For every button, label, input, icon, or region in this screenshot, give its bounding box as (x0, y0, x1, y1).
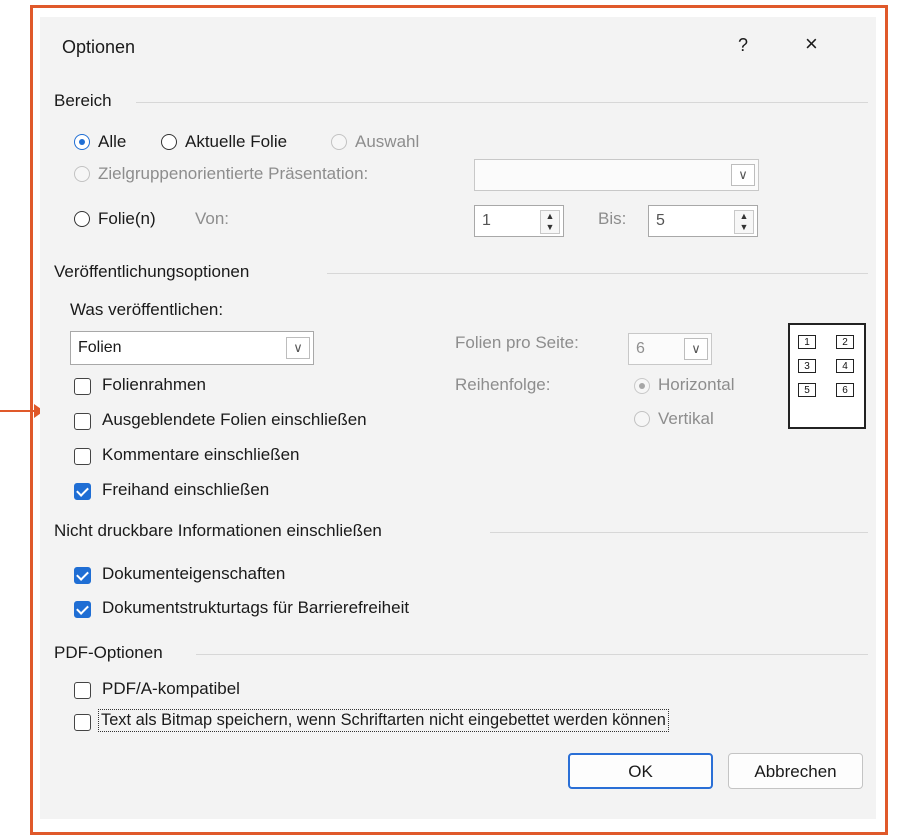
custom-show-dropdown[interactable]: ∨ (474, 159, 759, 191)
checkbox-bitmap[interactable] (74, 714, 91, 731)
what-publish-dropdown[interactable]: Folien ∨ (70, 331, 314, 365)
checkbox-comments[interactable] (74, 448, 91, 465)
from-spinner[interactable]: 1 ▲ ▼ (474, 205, 564, 237)
checkbox-hidden-slides-label: Ausgeblendete Folien einschließen (102, 410, 367, 429)
order-label: Reihenfolge: (455, 375, 551, 394)
checkbox-structure-tags-label: Dokumentstrukturtags für Barrierefreihei… (102, 598, 410, 617)
annotation-arrow (0, 410, 36, 412)
pdf-section-title: PDF-Optionen (54, 643, 163, 662)
to-spin-buttons[interactable]: ▲ ▼ (734, 210, 754, 234)
chevron-down-icon[interactable]: ∨ (731, 164, 755, 186)
radio-slides-label: Folie(n) (98, 209, 156, 228)
radio-all[interactable] (74, 134, 90, 150)
divider (196, 654, 868, 655)
chevron-down-icon[interactable]: ∨ (286, 337, 310, 359)
close-icon[interactable]: × (805, 31, 818, 57)
range-section-title: Bereich (54, 91, 112, 110)
radio-vertical-label: Vertikal (658, 409, 714, 428)
what-publish-label: Was veröffentlichen: (70, 300, 224, 319)
checkbox-ink[interactable] (74, 483, 91, 500)
options-dialog: Optionen ? × Bereich Alle Aktuelle Folie… (40, 17, 876, 819)
checkbox-pdfa[interactable] (74, 682, 91, 699)
radio-custom-show[interactable] (74, 166, 90, 182)
radio-horizontal[interactable] (634, 378, 650, 394)
to-spinner[interactable]: 5 ▲ ▼ (648, 205, 758, 237)
dialog-title: Optionen (62, 37, 136, 57)
radio-vertical[interactable] (634, 411, 650, 427)
radio-selection[interactable] (331, 134, 347, 150)
spin-down-icon[interactable]: ▼ (541, 222, 559, 233)
radio-selection-label: Auswahl (355, 132, 420, 151)
divider (327, 273, 868, 274)
checkbox-frame-slides-label: Folienrahmen (102, 375, 206, 394)
nonprint-section-title: Nicht druckbare Informationen einschließ… (54, 521, 382, 540)
slides-per-page-label: Folien pro Seite: (455, 333, 579, 352)
what-publish-value: Folien (78, 339, 122, 356)
help-button[interactable]: ? (738, 35, 748, 56)
preview-cell: 4 (836, 359, 854, 373)
checkbox-doc-properties-label: Dokumenteigenschaften (102, 564, 286, 583)
checkbox-bitmap-label: Text als Bitmap speichern, wenn Schrifta… (98, 709, 669, 732)
chevron-down-icon[interactable]: ∨ (684, 338, 708, 360)
radio-horizontal-label: Horizontal (658, 375, 735, 394)
to-value: 5 (656, 212, 665, 229)
from-label: Von: (195, 209, 230, 228)
checkbox-comments-label: Kommentare einschließen (102, 445, 300, 464)
spin-up-icon[interactable]: ▲ (541, 211, 559, 222)
divider (490, 532, 868, 533)
preview-cell: 5 (798, 383, 816, 397)
slides-per-page-value: 6 (636, 340, 645, 357)
checkbox-pdfa-label: PDF/A-kompatibel (102, 679, 240, 698)
preview-cell: 3 (798, 359, 816, 373)
radio-current-slide[interactable] (161, 134, 177, 150)
cancel-button[interactable]: Abbrechen (728, 753, 863, 789)
checkbox-doc-properties[interactable] (74, 567, 91, 584)
checkbox-frame-slides[interactable] (74, 378, 91, 395)
radio-slides[interactable] (74, 211, 90, 227)
preview-cell: 2 (836, 335, 854, 349)
divider (136, 102, 868, 103)
checkbox-structure-tags[interactable] (74, 601, 91, 618)
slide-layout-preview: 1 2 3 4 5 6 (788, 323, 866, 429)
checkbox-ink-label: Freihand einschließen (102, 480, 270, 499)
from-spin-buttons[interactable]: ▲ ▼ (540, 210, 560, 234)
slides-per-page-dropdown[interactable]: 6 ∨ (628, 333, 712, 365)
spin-up-icon[interactable]: ▲ (735, 211, 753, 222)
radio-custom-show-label: Zielgruppenorientierte Präsentation: (98, 164, 369, 183)
radio-all-label: Alle (98, 132, 127, 151)
preview-cell: 6 (836, 383, 854, 397)
from-value: 1 (482, 212, 491, 229)
spin-down-icon[interactable]: ▼ (735, 222, 753, 233)
ok-button[interactable]: OK (568, 753, 713, 789)
to-label: Bis: (598, 209, 627, 228)
radio-current-slide-label: Aktuelle Folie (185, 132, 288, 151)
preview-cell: 1 (798, 335, 816, 349)
checkbox-hidden-slides[interactable] (74, 413, 91, 430)
publish-section-title: Veröffentlichungsoptionen (54, 262, 250, 281)
